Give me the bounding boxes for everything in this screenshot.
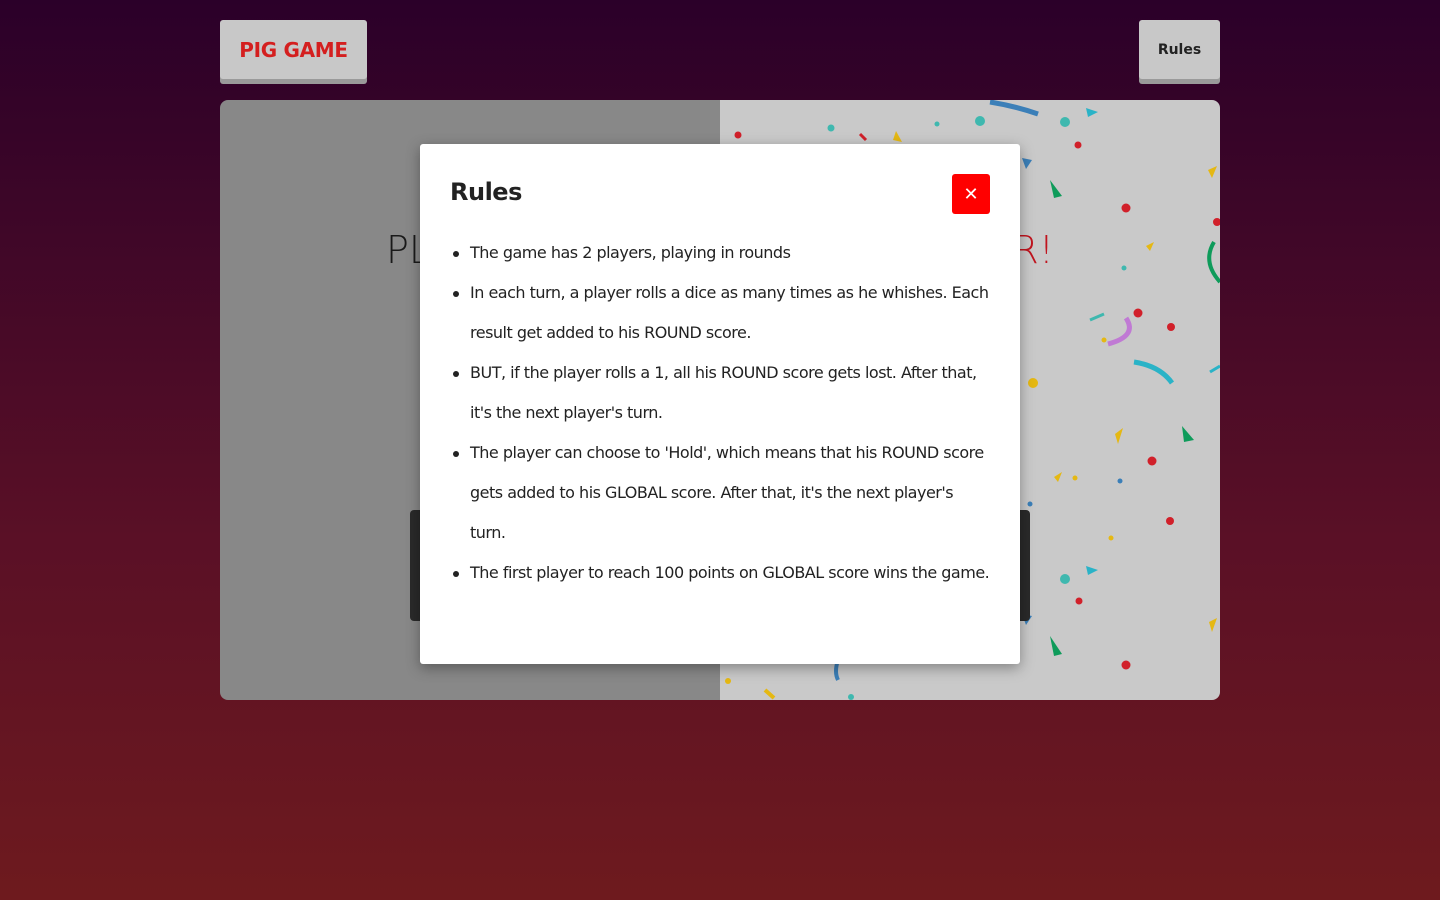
close-icon: ✕ [963, 183, 979, 205]
rule-item-1: The game has 2 players, playing in round… [453, 233, 990, 273]
close-button[interactable]: ✕ [952, 174, 990, 214]
rules-modal: Rules ✕ The game has 2 players, playing … [420, 144, 1020, 664]
modal-title: Rules [450, 178, 522, 206]
rule-item-2: In each turn, a player rolls a dice as m… [453, 273, 990, 353]
rule-item-4: The player can choose to 'Hold', which m… [453, 433, 990, 553]
modal-overlay[interactable]: Rules ✕ The game has 2 players, playing … [0, 0, 1440, 900]
rule-item-3: BUT, if the player rolls a 1, all his RO… [453, 353, 990, 433]
rules-list: The game has 2 players, playing in round… [453, 233, 990, 593]
rule-item-5: The first player to reach 100 points on … [453, 553, 990, 593]
